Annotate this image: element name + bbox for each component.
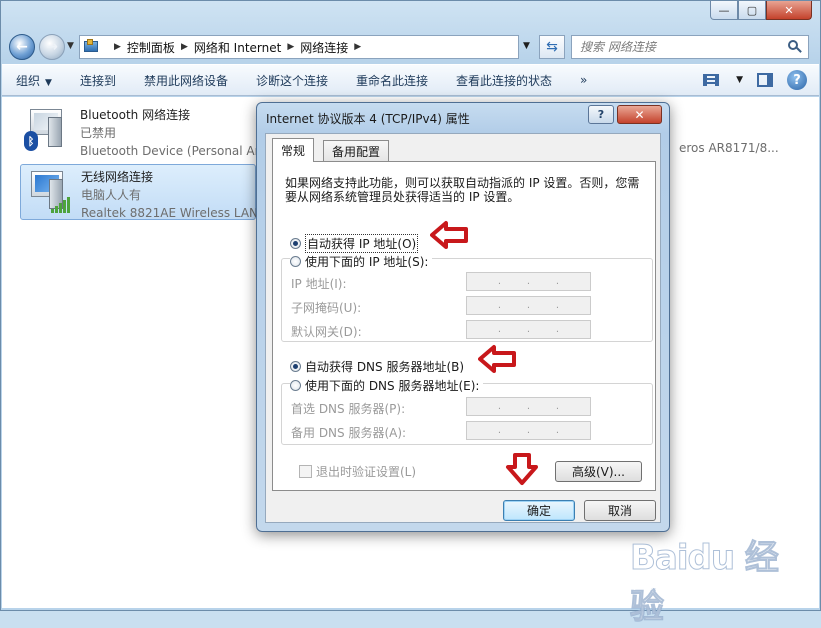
preview-pane-icon[interactable] bbox=[757, 73, 773, 87]
diagnose-button[interactable]: 诊断这个连接 bbox=[256, 72, 328, 89]
organize-label: 组织 bbox=[16, 73, 41, 88]
dialog-close-button[interactable]: ✕ bbox=[617, 105, 662, 124]
maximize-button[interactable]: ▢ bbox=[738, 1, 766, 20]
list-item[interactable]: 无线网络连接 电脑人人有 Realtek 8821AE Wireless LAN… bbox=[20, 164, 273, 220]
minimize-button[interactable]: — bbox=[710, 1, 738, 20]
advanced-button[interactable]: 高级(V)... bbox=[555, 461, 642, 482]
connect-to-button[interactable]: 连接到 bbox=[80, 72, 116, 89]
search-input[interactable] bbox=[578, 39, 778, 55]
ip-address-label: IP 地址(I): bbox=[291, 277, 347, 291]
radio-unselected bbox=[290, 380, 301, 391]
ip-manual-label: 使用下面的 IP 地址(S): bbox=[305, 255, 429, 269]
tab-general[interactable]: 常规 bbox=[272, 138, 315, 162]
dns-manual-label: 使用下面的 DNS 服务器地址(E): bbox=[305, 379, 480, 393]
connection-text: 无线网络连接 电脑人人有 Realtek 8821AE Wireless LAN… bbox=[81, 168, 273, 222]
default-gateway-field: ... bbox=[466, 320, 591, 339]
refresh-button[interactable]: ⇆ bbox=[539, 35, 565, 59]
dialog-help-button[interactable]: ? bbox=[588, 105, 614, 124]
connection-text: Bluetooth 网络连接 已禁用 Bluetooth Device (Per… bbox=[80, 106, 270, 160]
subnet-mask-label: 子网掩码(U): bbox=[291, 301, 362, 315]
checkbox-box bbox=[299, 465, 312, 478]
default-gateway-label: 默认网关(D): bbox=[291, 325, 362, 339]
disable-device-button[interactable]: 禁用此网络设备 bbox=[144, 72, 228, 89]
chevron-right-icon[interactable]: ▶ bbox=[354, 42, 361, 52]
connection-status: 电脑人人有 bbox=[81, 188, 142, 202]
general-tab-panel: 如果网络支持此功能，则可以获取自动指派的 IP 设置。否则，您需要从网络系统管理… bbox=[272, 161, 656, 491]
ok-button[interactable]: 确定 bbox=[503, 500, 575, 521]
bluetooth-icon: ᛒ bbox=[24, 131, 38, 151]
radio-selected bbox=[290, 238, 301, 249]
address-bar[interactable]: ▶ 控制面板 ▶ 网络和 Internet ▶ 网络连接 ▶ bbox=[79, 35, 519, 59]
breadcrumb-control-panel[interactable]: 控制面板 bbox=[127, 39, 175, 56]
refresh-icon: ⇆ bbox=[546, 39, 558, 55]
ethernet-device-text: eros AR8171/8... bbox=[679, 141, 779, 155]
connection-device: Bluetooth Device (Personal Ar... bbox=[80, 144, 270, 158]
annotation-arrow-left-icon bbox=[430, 221, 468, 249]
command-bar: 组织 ▼ 连接到 禁用此网络设备 诊断这个连接 重命名此连接 查看此连接的状态 »… bbox=[2, 64, 819, 96]
wireless-connection-icon bbox=[25, 169, 75, 217]
connection-name: 无线网络连接 bbox=[81, 170, 154, 184]
dialog-title: Internet 协议版本 4 (TCP/IPv4) 属性 bbox=[266, 112, 470, 126]
radio-unselected bbox=[290, 256, 301, 267]
back-arrow-icon: ← bbox=[16, 39, 28, 55]
view-dropdown-icon[interactable]: ▼ bbox=[736, 75, 743, 85]
chevron-down-icon: ▼ bbox=[45, 77, 52, 88]
preferred-dns-label: 首选 DNS 服务器(P): bbox=[291, 402, 406, 416]
more-commands-button[interactable]: » bbox=[580, 73, 587, 87]
annotation-arrow-left-icon bbox=[478, 345, 516, 373]
history-dropdown-icon[interactable]: ▼ bbox=[67, 41, 74, 51]
connection-name: Bluetooth 网络连接 bbox=[80, 108, 191, 122]
cancel-button[interactable]: 取消 bbox=[584, 500, 656, 521]
address-row: ← → ▼ ▶ 控制面板 ▶ 网络和 Internet ▶ 网络连接 ▶ ▼ ⇆ bbox=[9, 31, 815, 61]
rename-button[interactable]: 重命名此连接 bbox=[356, 72, 428, 89]
ip-manual-radio[interactable]: 使用下面的 IP 地址(S): bbox=[290, 253, 433, 270]
toolbar-right: ▼ ? bbox=[700, 70, 807, 90]
validate-on-exit-label: 退出时验证设置(L) bbox=[316, 465, 417, 479]
tab-alternate-config[interactable]: 备用配置 bbox=[323, 140, 390, 162]
bluetooth-connection-icon: ᛒ bbox=[24, 107, 74, 155]
ip-auto-radio[interactable]: 自动获得 IP 地址(O) bbox=[290, 234, 419, 253]
alternate-dns-label: 备用 DNS 服务器(A): bbox=[291, 426, 407, 440]
alternate-dns-field: ... bbox=[466, 421, 591, 440]
search-icon[interactable] bbox=[788, 40, 802, 54]
close-button[interactable]: ✕ bbox=[766, 1, 812, 20]
ip-auto-label: 自动获得 IP 地址(O) bbox=[305, 234, 419, 253]
validate-on-exit-checkbox[interactable]: 退出时验证设置(L) bbox=[299, 463, 416, 480]
address-dropdown-icon[interactable]: ▼ bbox=[523, 41, 530, 51]
dns-auto-label: 自动获得 DNS 服务器地址(B) bbox=[305, 360, 465, 374]
dns-manual-radio[interactable]: 使用下面的 DNS 服务器地址(E): bbox=[290, 377, 484, 394]
radio-selected bbox=[290, 361, 301, 372]
list-item[interactable]: ᛒ Bluetooth 网络连接 已禁用 Bluetooth Device (P… bbox=[20, 103, 270, 159]
annotation-arrow-down-icon bbox=[506, 453, 538, 485]
view-status-button[interactable]: 查看此连接的状态 bbox=[456, 72, 552, 89]
chevron-right-icon[interactable]: ▶ bbox=[181, 42, 188, 52]
dns-auto-radio[interactable]: 自动获得 DNS 服务器地址(B) bbox=[290, 358, 464, 375]
organize-menu[interactable]: 组织 ▼ bbox=[16, 72, 52, 89]
window-controls: — ▢ ✕ bbox=[710, 1, 812, 20]
chevron-right-icon[interactable]: ▶ bbox=[287, 42, 294, 52]
subnet-mask-field: ... bbox=[466, 296, 591, 315]
forward-arrow-icon: → bbox=[46, 39, 58, 55]
ipv4-properties-dialog: Internet 协议版本 4 (TCP/IPv4) 属性 ? ✕ 常规 备用配… bbox=[256, 102, 670, 532]
back-button[interactable]: ← bbox=[9, 34, 35, 60]
connection-device: Realtek 8821AE Wireless LAN ... bbox=[81, 206, 274, 220]
forward-button[interactable]: → bbox=[39, 34, 65, 60]
description-text: 如果网络支持此功能，则可以获取自动指派的 IP 设置。否则，您需要从网络系统管理… bbox=[285, 176, 640, 204]
signal-strength-icon bbox=[51, 197, 70, 213]
connection-status: 已禁用 bbox=[80, 126, 117, 140]
breadcrumb-network-connections[interactable]: 网络连接 bbox=[300, 39, 348, 56]
dialog-body: 常规 备用配置 如果网络支持此功能，则可以获取自动指派的 IP 设置。否则，您需… bbox=[265, 133, 661, 523]
help-icon[interactable]: ? bbox=[787, 70, 807, 90]
breadcrumb-network-internet[interactable]: 网络和 Internet bbox=[194, 39, 281, 56]
control-panel-icon bbox=[84, 39, 102, 55]
ip-address-field: ... bbox=[466, 272, 591, 291]
preferred-dns-field: ... bbox=[466, 397, 591, 416]
chevron-right-icon: ▶ bbox=[114, 42, 121, 52]
change-view-icon[interactable] bbox=[700, 70, 722, 90]
search-box[interactable] bbox=[571, 35, 809, 59]
